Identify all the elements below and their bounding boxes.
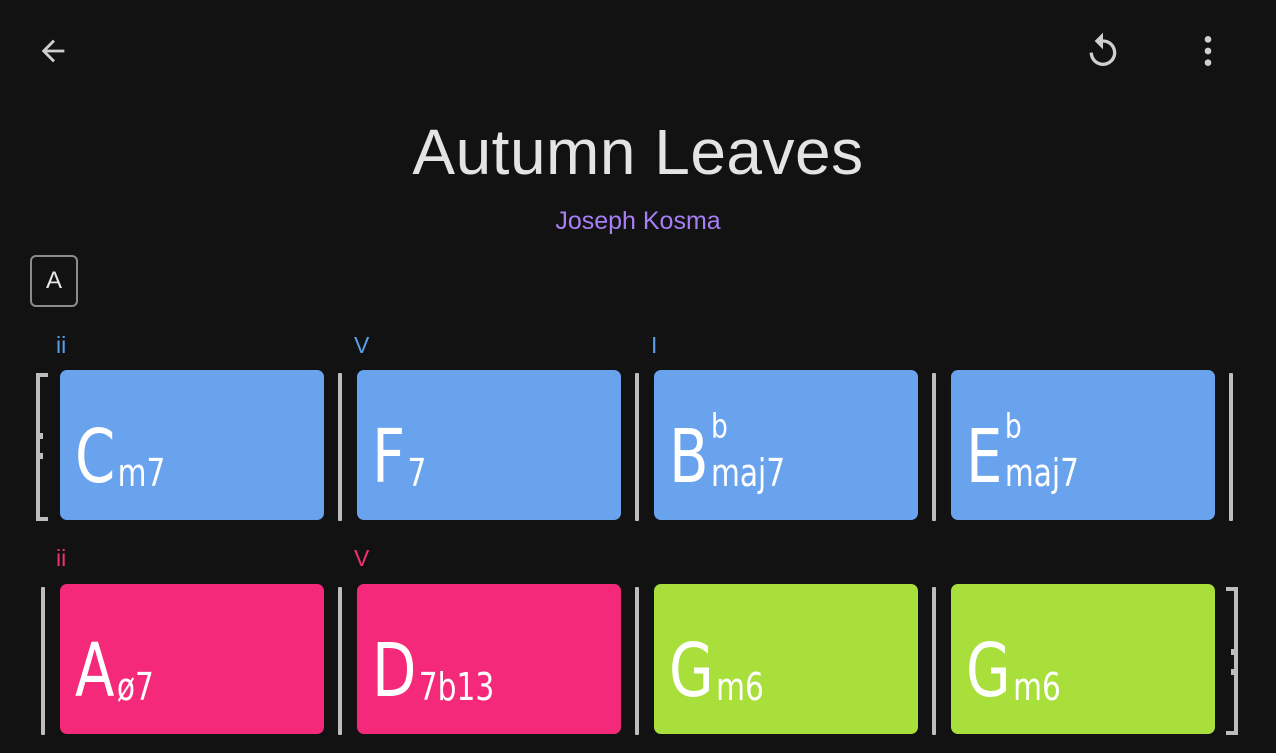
chord-card[interactable]: Aø7	[60, 584, 324, 734]
reset-button[interactable]	[1079, 27, 1127, 75]
arrow-back-icon	[41, 39, 65, 63]
chord-quality: ø7	[116, 665, 154, 709]
barline	[41, 587, 45, 735]
more-vert-icon	[1204, 36, 1212, 66]
chord-quality: maj7	[1004, 451, 1079, 495]
chord-symbol: F7	[372, 420, 426, 494]
chord-symbol: Aø7	[75, 634, 154, 708]
chord-root: G	[669, 628, 714, 714]
chord-symbol: Cm7	[75, 420, 165, 494]
chord-quality: m6	[716, 665, 764, 709]
refresh-icon	[1089, 32, 1117, 66]
chord-card[interactable]: D 7b13	[357, 584, 621, 734]
roman-numeral: V	[354, 545, 370, 571]
chord-accidental: b	[710, 407, 728, 447]
chord-root: A	[75, 628, 115, 714]
chord-card[interactable]: F7	[357, 370, 621, 520]
roman-numeral: ii	[56, 332, 67, 358]
barline	[635, 587, 639, 735]
chord-card[interactable]: Gm6	[951, 584, 1215, 734]
chord-card[interactable]: Eb maj7	[951, 370, 1215, 520]
roman-numeral: V	[354, 332, 370, 358]
more-options-button[interactable]	[1184, 27, 1232, 75]
barline	[932, 373, 936, 521]
roman-numeral: I	[651, 332, 658, 358]
chord-card[interactable]: Bb maj7	[654, 370, 918, 520]
chord-root: B	[669, 414, 709, 500]
chord-symbol: Gm6	[669, 634, 764, 708]
chord-quality: maj7	[710, 451, 786, 495]
chord-symbol: Bb maj7	[669, 410, 785, 494]
chord-quality: 7	[407, 451, 427, 495]
chord-root: C	[75, 414, 116, 500]
chord-root: G	[966, 628, 1011, 714]
chord-symbol: Eb maj7	[966, 410, 1079, 494]
chord-root: E	[966, 414, 1003, 500]
chord-quality: 7b13	[418, 665, 495, 709]
section-badge[interactable]: A	[30, 255, 78, 307]
barline	[932, 587, 936, 735]
repeat-end-sign	[1226, 587, 1238, 735]
chord-quality: m6	[1013, 665, 1061, 709]
repeat-start-sign	[36, 373, 48, 521]
back-button[interactable]	[29, 27, 77, 75]
barline	[338, 587, 342, 735]
roman-numeral: ii	[56, 545, 67, 571]
song-title: Autumn Leaves	[412, 116, 864, 188]
chord-symbol: D 7b13	[372, 634, 494, 708]
chord-root: F	[372, 414, 406, 500]
barline	[1229, 373, 1233, 521]
chord-quality: m7	[117, 451, 166, 495]
barline	[635, 373, 639, 521]
song-composer: Joseph Kosma	[555, 207, 721, 235]
chord-root: D	[372, 628, 417, 714]
chord-symbol: Gm6	[966, 634, 1061, 708]
chord-card[interactable]: Gm6	[654, 584, 918, 734]
chord-accidental: b	[1004, 407, 1022, 447]
chord-card[interactable]: Cm7	[60, 370, 324, 520]
barline	[338, 373, 342, 521]
